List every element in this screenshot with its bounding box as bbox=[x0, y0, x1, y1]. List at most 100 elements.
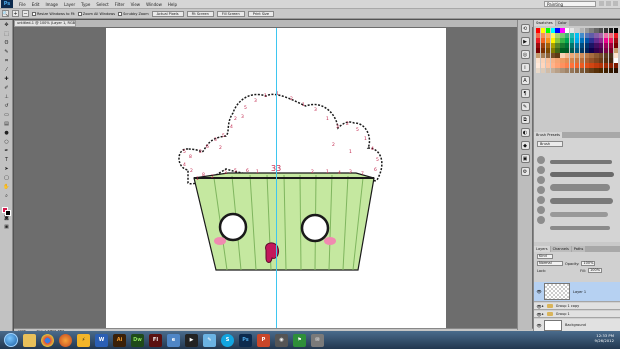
opacity-field[interactable]: 100% bbox=[581, 261, 596, 266]
color-swatch[interactable] bbox=[613, 38, 618, 43]
history-icon[interactable]: ⟲ bbox=[520, 24, 530, 33]
eraser-tool-icon[interactable]: ▭ bbox=[2, 111, 11, 119]
color-swatch[interactable] bbox=[560, 58, 565, 63]
color-swatch[interactable] bbox=[594, 58, 599, 63]
color-swatch[interactable] bbox=[555, 48, 560, 53]
color-swatch[interactable] bbox=[584, 48, 589, 53]
brush-tip[interactable] bbox=[537, 186, 545, 194]
menu-filter[interactable]: Filter bbox=[115, 2, 125, 7]
color-swatch[interactable] bbox=[565, 48, 570, 53]
color-swatch[interactable] bbox=[574, 28, 580, 33]
color-swatch[interactable] bbox=[584, 28, 589, 33]
color-swatch[interactable] bbox=[608, 63, 614, 68]
color-swatch[interactable] bbox=[599, 38, 604, 43]
paint-icon[interactable]: ✎ bbox=[203, 333, 216, 347]
blur-tool-icon[interactable]: ● bbox=[2, 129, 11, 137]
color-swatch[interactable] bbox=[594, 33, 599, 38]
color-swatch[interactable] bbox=[599, 63, 604, 68]
color-swatch[interactable] bbox=[540, 58, 546, 63]
color-swatch[interactable] bbox=[555, 63, 560, 68]
color-swatch[interactable] bbox=[599, 33, 604, 38]
color-swatch[interactable] bbox=[613, 53, 618, 58]
menu-select[interactable]: Select bbox=[96, 2, 108, 7]
brush-tip[interactable] bbox=[537, 156, 545, 164]
color-swatch[interactable] bbox=[574, 53, 580, 58]
color-swatch[interactable] bbox=[589, 38, 594, 43]
fill-screen-button[interactable]: Fill Screen bbox=[216, 10, 245, 17]
color-swatch[interactable] bbox=[536, 63, 541, 68]
color-swatch[interactable] bbox=[589, 43, 594, 48]
camera-icon[interactable]: ◉ bbox=[275, 333, 288, 347]
blend-mode-select[interactable]: Normal bbox=[537, 261, 563, 266]
color-swatch[interactable] bbox=[555, 43, 560, 48]
color-swatch[interactable] bbox=[540, 68, 546, 73]
brush-stroke-preview[interactable] bbox=[550, 198, 613, 204]
color-swatch[interactable] bbox=[603, 28, 609, 33]
color-swatch[interactable] bbox=[594, 48, 599, 53]
color-swatch[interactable] bbox=[550, 33, 555, 38]
color-swatch[interactable] bbox=[550, 53, 555, 58]
color-swatch[interactable] bbox=[608, 38, 614, 43]
color-swatch[interactable] bbox=[594, 53, 599, 58]
menu-help[interactable]: Help bbox=[168, 2, 177, 7]
color-swatch[interactable] bbox=[599, 58, 604, 63]
color-swatch[interactable] bbox=[565, 43, 570, 48]
color-swatch[interactable] bbox=[574, 58, 580, 63]
color-swatch[interactable] bbox=[574, 43, 580, 48]
tab-layers[interactable]: Layers bbox=[534, 246, 550, 252]
color-swatch[interactable] bbox=[608, 43, 614, 48]
color-swatch[interactable] bbox=[545, 63, 551, 68]
brush-tip[interactable] bbox=[537, 166, 545, 174]
skype-icon[interactable]: S bbox=[221, 333, 234, 347]
color-swatch[interactable] bbox=[574, 48, 580, 53]
color-swatch[interactable] bbox=[599, 53, 604, 58]
color-swatch[interactable] bbox=[584, 68, 589, 73]
menu-layer[interactable]: Layer bbox=[64, 2, 75, 7]
color-swatch[interactable] bbox=[589, 53, 594, 58]
color-swatch[interactable] bbox=[594, 63, 599, 68]
zoom-tool-icon[interactable]: ⌕ bbox=[2, 192, 11, 200]
color-swatch[interactable] bbox=[550, 28, 555, 33]
healing-tool-icon[interactable]: ✚ bbox=[2, 75, 11, 83]
visibility-eye-icon[interactable]: 👁 bbox=[536, 322, 542, 328]
color-swatch[interactable] bbox=[569, 28, 575, 33]
color-swatch[interactable] bbox=[565, 68, 570, 73]
color-swatch[interactable] bbox=[579, 33, 585, 38]
color-swatch[interactable] bbox=[560, 53, 565, 58]
minimize-button[interactable] bbox=[599, 1, 604, 6]
color-swatch[interactable] bbox=[608, 48, 614, 53]
background-color-swatch[interactable] bbox=[5, 210, 11, 216]
explorer-icon[interactable]: e bbox=[167, 333, 180, 347]
color-swatch[interactable] bbox=[594, 68, 599, 73]
styles-icon[interactable]: ◆ bbox=[520, 141, 530, 150]
brush-stroke-preview[interactable] bbox=[550, 160, 612, 164]
color-swatch[interactable] bbox=[579, 63, 585, 68]
color-swatch[interactable] bbox=[545, 38, 551, 43]
color-swatch[interactable] bbox=[536, 38, 541, 43]
color-swatch[interactable] bbox=[594, 38, 599, 43]
layer-group-row[interactable]: 👁 ▸ Group 1 copy bbox=[534, 303, 620, 310]
color-swatch[interactable] bbox=[584, 38, 589, 43]
color-swatch[interactable] bbox=[565, 58, 570, 63]
color-swatch[interactable] bbox=[608, 28, 614, 33]
color-swatch[interactable] bbox=[613, 63, 618, 68]
brush-tip[interactable] bbox=[537, 216, 545, 224]
color-swatch[interactable] bbox=[613, 43, 618, 48]
close-button[interactable] bbox=[613, 1, 618, 6]
tab-paths[interactable]: Paths bbox=[571, 246, 586, 252]
tab-color[interactable]: Color bbox=[555, 20, 569, 26]
actual-pixels-button[interactable]: Actual Pixels bbox=[151, 10, 184, 17]
crop-tool-icon[interactable]: ⌗ bbox=[2, 57, 11, 65]
color-swatch[interactable] bbox=[584, 53, 589, 58]
color-swatch[interactable] bbox=[540, 28, 546, 33]
color-swatch[interactable] bbox=[603, 43, 609, 48]
history-brush-tool-icon[interactable]: ↺ bbox=[2, 102, 11, 110]
color-swatch[interactable] bbox=[603, 68, 609, 73]
color-swatch[interactable] bbox=[555, 68, 560, 73]
tab-channels[interactable]: Channels bbox=[550, 246, 571, 252]
zoom-out-icon[interactable]: − bbox=[22, 10, 29, 17]
menu-file[interactable]: File bbox=[19, 2, 26, 7]
color-swatch[interactable] bbox=[574, 38, 580, 43]
color-swatch[interactable] bbox=[579, 53, 585, 58]
brush-tip[interactable] bbox=[537, 176, 545, 184]
